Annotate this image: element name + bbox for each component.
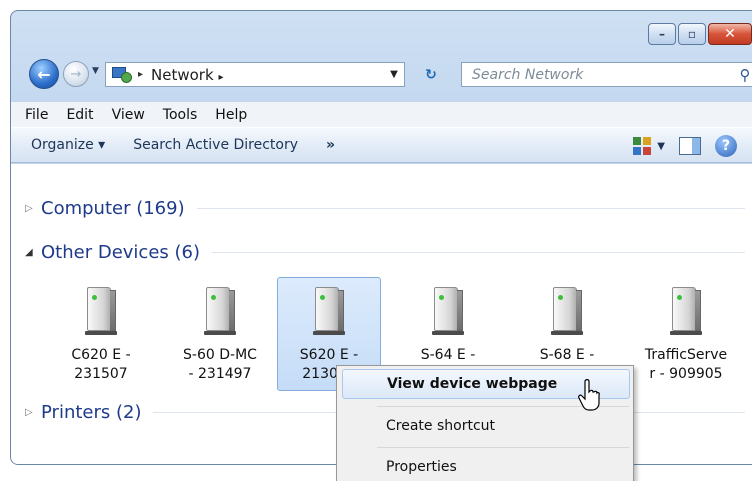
close-icon: ✕	[724, 26, 736, 42]
group-divider	[196, 208, 745, 209]
menu-tools[interactable]: Tools	[163, 107, 198, 123]
collapsed-triangle-icon[interactable]: ▷	[25, 203, 41, 214]
device-label: S-60 D-MC - 231497	[183, 347, 257, 382]
search-active-directory-button[interactable]: Search Active Directory	[133, 137, 298, 153]
group-other-devices-label: Other Devices (6)	[41, 242, 200, 263]
view-controls: ▼ ?	[633, 135, 737, 157]
address-dropdown-icon[interactable]: ▼	[384, 69, 404, 80]
group-divider	[212, 252, 745, 253]
network-device-icon	[83, 285, 119, 337]
menu-view[interactable]: View	[112, 107, 145, 123]
maximize-button[interactable]: ▫	[678, 23, 706, 45]
menu-item-create-shortcut[interactable]: Create shortcut	[342, 411, 630, 441]
network-device-icon	[202, 285, 238, 337]
device-label: TrafficServe r - 909905	[644, 347, 728, 382]
breadcrumb-separator[interactable]: ▸	[138, 69, 143, 80]
group-computer[interactable]: ▷ Computer (169)	[25, 198, 745, 219]
search-input[interactable]	[472, 66, 732, 83]
network-device-icon	[430, 285, 466, 337]
menu-help[interactable]: Help	[215, 107, 247, 123]
help-icon[interactable]: ?	[715, 135, 737, 157]
close-button[interactable]: ✕	[708, 23, 752, 45]
search-icon[interactable]: ⚲	[732, 66, 752, 84]
menu-file[interactable]: File	[25, 107, 48, 123]
group-computer-label: Computer (169)	[41, 198, 185, 219]
network-icon	[112, 66, 132, 83]
minimize-icon: –	[659, 27, 665, 41]
command-bar: Organize ▾ Search Active Directory » ▼ ?	[11, 127, 752, 163]
device-item[interactable]: TrafficServe r - 909905	[634, 277, 738, 391]
expanded-triangle-icon[interactable]: ◢	[25, 247, 41, 258]
forward-arrow-icon: →	[70, 66, 82, 82]
back-button[interactable]: ←	[29, 59, 59, 89]
group-printers-label: Printers (2)	[41, 402, 142, 423]
device-item[interactable]: S-60 D-MC - 231497	[168, 277, 272, 391]
minimize-button[interactable]: –	[648, 23, 676, 45]
back-arrow-icon: ←	[37, 64, 51, 84]
navigation-bar: ← → ▼ ▸ Network ▸ ▼ ↻ ⚲	[19, 57, 752, 91]
group-other-devices[interactable]: ◢ Other Devices (6)	[25, 242, 745, 263]
preview-pane-icon[interactable]	[679, 137, 701, 155]
more-commands-button[interactable]: »	[326, 137, 335, 153]
hand-cursor-icon	[578, 379, 600, 411]
menu-edit[interactable]: Edit	[66, 107, 93, 123]
device-item[interactable]: C620 E -231507	[49, 277, 153, 391]
network-device-icon	[668, 285, 704, 337]
search-box[interactable]: ⚲	[461, 62, 752, 87]
device-label: C620 E -231507	[71, 347, 131, 382]
menu-separator	[377, 447, 629, 448]
collapsed-triangle-icon[interactable]: ▷	[25, 407, 41, 418]
window-controls: – ▫ ✕	[648, 23, 752, 45]
address-bar[interactable]: ▸ Network ▸ ▼	[105, 62, 405, 87]
network-device-icon	[549, 285, 585, 337]
network-device-icon	[311, 285, 347, 337]
view-options-dropdown-icon[interactable]: ▼	[657, 141, 665, 152]
change-view-icon[interactable]	[633, 137, 652, 155]
refresh-button[interactable]: ↻	[417, 62, 445, 87]
refresh-icon: ↻	[425, 66, 437, 83]
forward-button[interactable]: →	[63, 61, 89, 87]
organize-button[interactable]: Organize ▾	[31, 137, 105, 153]
maximize-icon: ▫	[687, 27, 697, 41]
menu-item-properties[interactable]: Properties	[342, 452, 630, 481]
menu-bar: File Edit View Tools Help	[11, 101, 752, 127]
recent-pages-dropdown-icon[interactable]: ▼	[92, 66, 99, 76]
breadcrumb-network[interactable]: Network ▸	[151, 66, 384, 84]
